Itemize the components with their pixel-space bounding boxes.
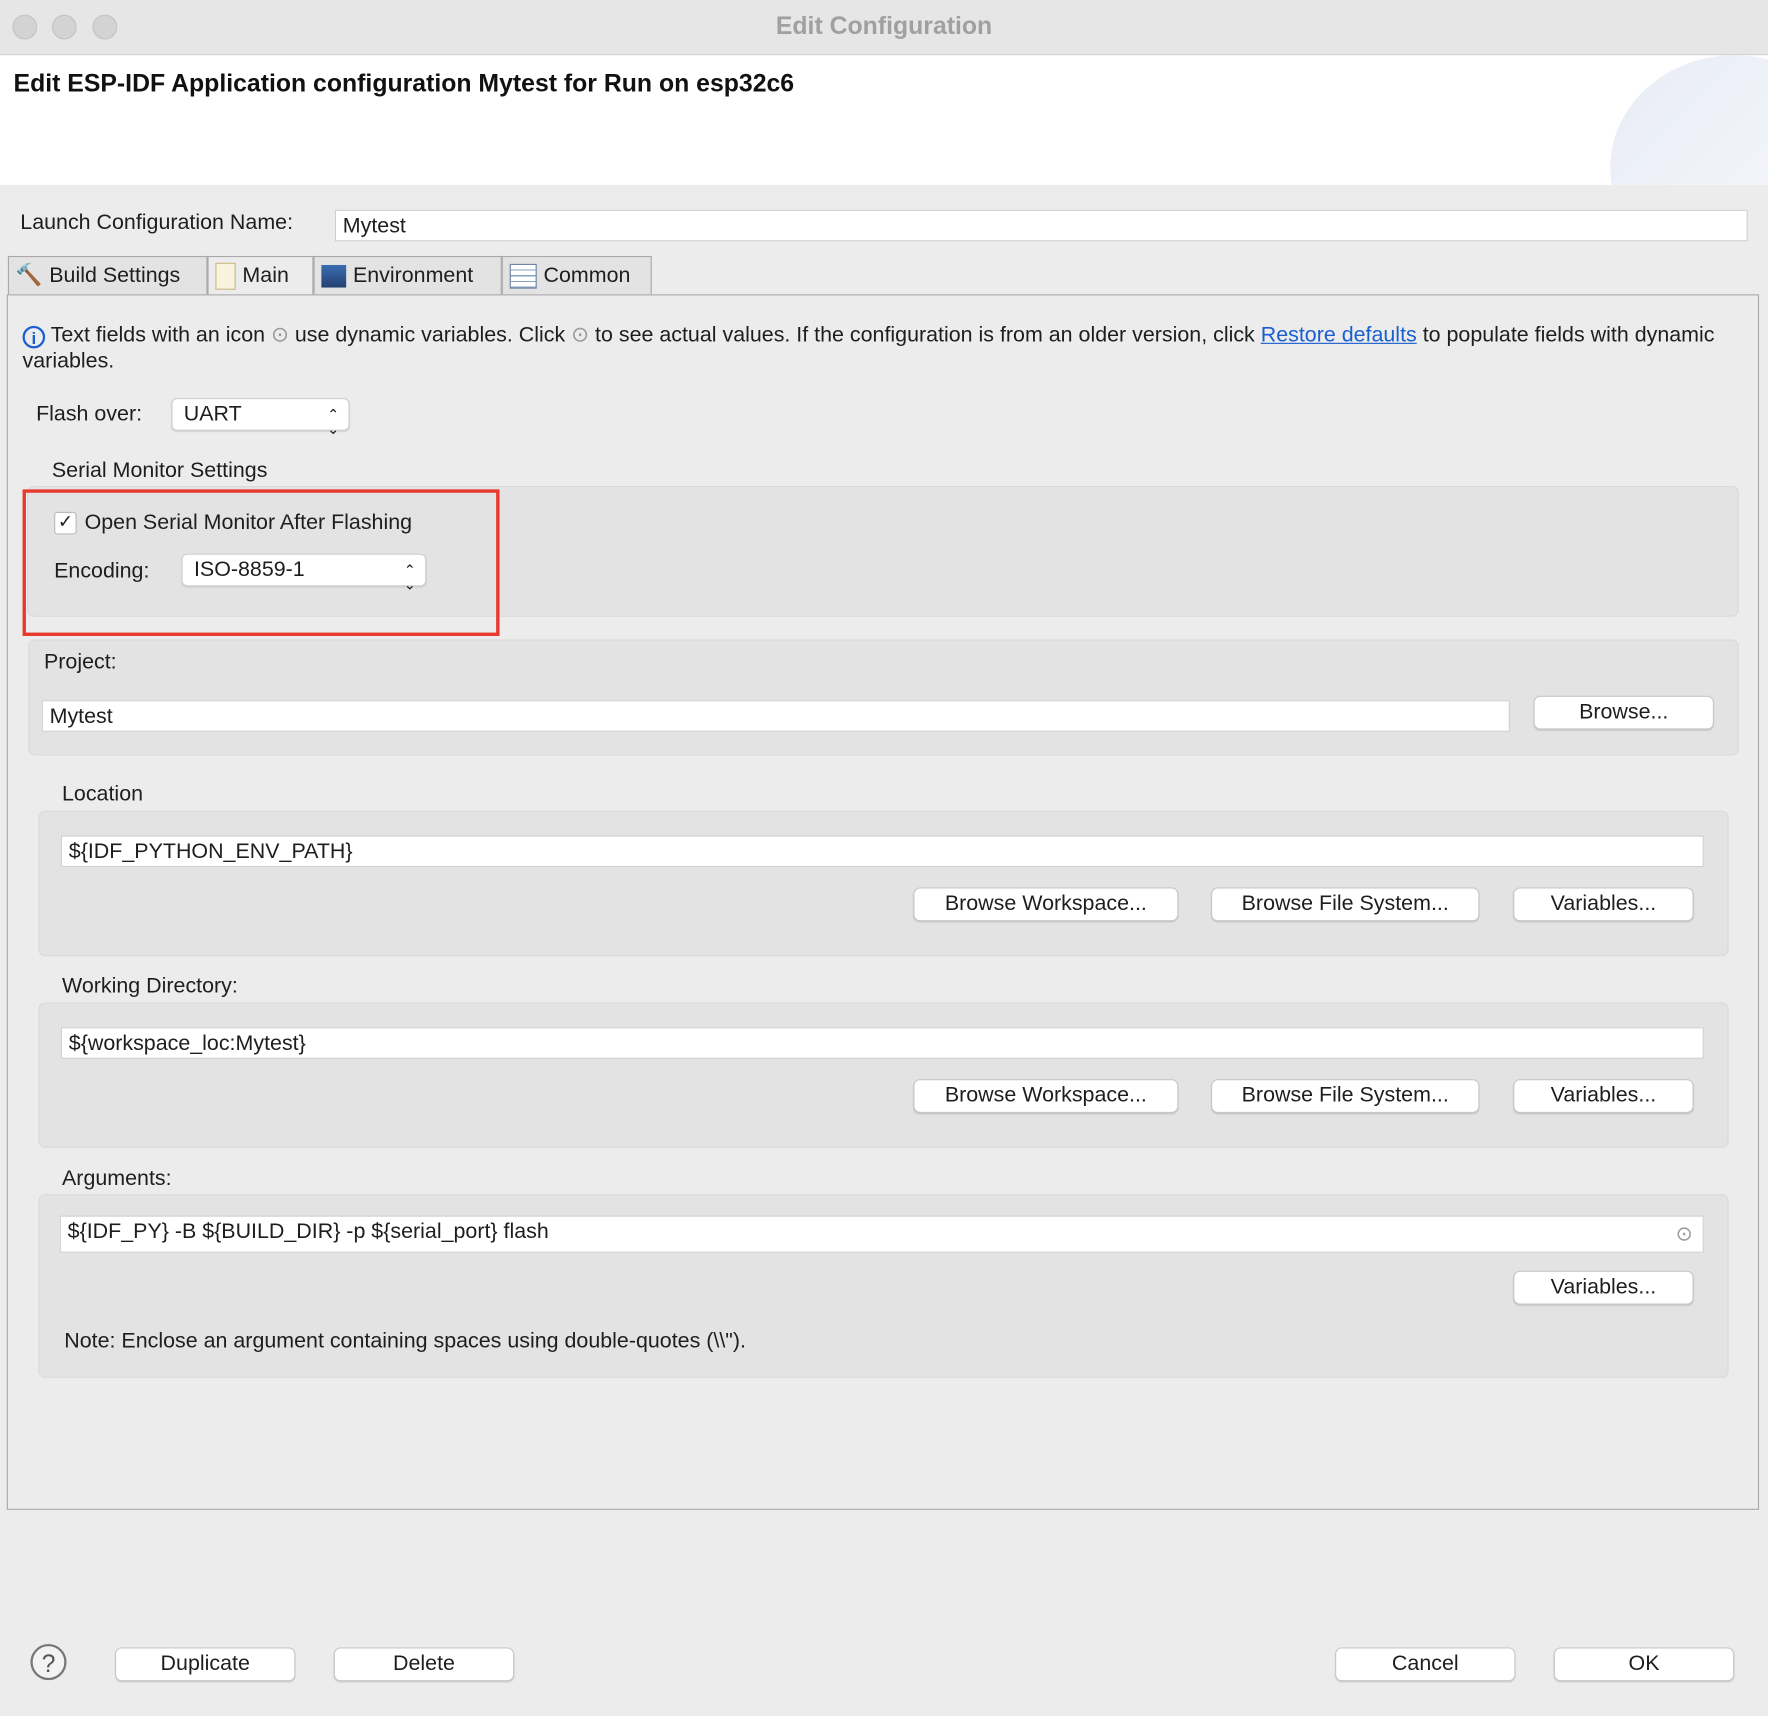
header-banner-graphic <box>1610 55 1768 185</box>
project-group <box>28 639 1739 756</box>
tab-environment[interactable]: Environment <box>313 255 502 295</box>
delete-button[interactable]: Delete <box>333 1647 515 1682</box>
eye-icon[interactable]: ⊙ <box>1676 1222 1693 1246</box>
info-icon: i <box>22 325 46 349</box>
window-title: Edit Configuration <box>775 11 993 40</box>
flash-over-select[interactable]: UART ⌃ ⌄ <box>171 398 350 436</box>
tab-label: Main <box>242 263 289 288</box>
project-label: Project: <box>43 650 117 675</box>
serial-monitor-title: Serial Monitor Settings <box>51 458 268 483</box>
encoding-label: Encoding: <box>54 559 150 583</box>
working-directory-label: Working Directory: <box>62 974 238 998</box>
workdir-browse-file-system-button[interactable]: Browse File System... <box>1211 1079 1480 1113</box>
arguments-input[interactable]: ${IDF_PY} -B ${BUILD_DIR} -p ${serial_po… <box>59 1215 1704 1253</box>
updown-chevron-icon: ⌃ ⌄ <box>403 561 417 594</box>
help-icon[interactable]: ? <box>30 1644 67 1681</box>
workdir-browse-workspace-button[interactable]: Browse Workspace... <box>913 1079 1179 1113</box>
arguments-note: Note: Enclose an argument containing spa… <box>64 1329 746 1354</box>
info-text: Text fields with an icon <box>50 323 266 348</box>
title-bar: Edit Configuration <box>0 0 1768 56</box>
tab-label: Common <box>543 263 631 288</box>
table-icon <box>509 263 537 289</box>
restore-defaults-link[interactable]: Restore defaults <box>1261 324 1417 348</box>
project-browse-button[interactable]: Browse... <box>1533 695 1714 730</box>
location-browse-file-system-button[interactable]: Browse File System... <box>1211 887 1480 922</box>
dialog-header: Edit ESP-IDF Application configuration M… <box>0 55 1768 185</box>
tab-build-settings[interactable]: 🔨 Build Settings <box>7 255 208 295</box>
project-input[interactable]: Mytest <box>41 700 1510 732</box>
tab-main[interactable]: Main <box>207 255 314 296</box>
arguments-label: Arguments: <box>62 1167 172 1191</box>
tab-label: Build Settings <box>49 263 181 288</box>
updown-chevron-icon: ⌃ ⌄ <box>327 405 340 438</box>
working-directory-group <box>38 1002 1729 1148</box>
config-name-input[interactable]: Mytest <box>334 209 1748 242</box>
edit-configuration-dialog: Edit Configuration Edit ESP-IDF Applicat… <box>0 0 1768 1716</box>
document-icon <box>215 262 236 290</box>
open-serial-monitor-checkbox[interactable]: ✓ <box>54 511 77 535</box>
location-browse-workspace-button[interactable]: Browse Workspace... <box>913 887 1179 922</box>
eye-icon: ⊙ <box>571 323 590 348</box>
encoding-select[interactable]: ISO-8859-1 ⌃ ⌄ <box>181 553 427 592</box>
workdir-variables-button[interactable]: Variables... <box>1513 1079 1694 1113</box>
flash-over-label: Flash over: <box>36 402 143 427</box>
open-serial-monitor-label: Open Serial Monitor After Flashing <box>84 510 413 535</box>
config-name-label: Launch Configuration Name: <box>20 210 294 235</box>
location-variables-button[interactable]: Variables... <box>1513 887 1694 922</box>
location-input[interactable]: ${IDF_PYTHON_ENV_PATH} <box>60 835 1704 868</box>
flash-over-value: UART <box>183 402 242 427</box>
encoding-value: ISO-8859-1 <box>193 558 305 582</box>
tab-label: Environment <box>352 263 474 288</box>
hammer-icon: 🔨 <box>15 263 43 288</box>
location-label: Location <box>62 782 144 807</box>
page-title: Edit ESP-IDF Application configuration M… <box>13 68 795 97</box>
arguments-variables-button[interactable]: Variables... <box>1513 1270 1694 1305</box>
info-text: to see actual values. If the configurati… <box>595 323 1255 348</box>
info-text: use dynamic variables. Click <box>294 323 566 348</box>
duplicate-button[interactable]: Duplicate <box>115 1647 296 1682</box>
ok-button[interactable]: OK <box>1553 1647 1735 1682</box>
environment-icon <box>321 264 347 288</box>
location-group <box>38 810 1729 957</box>
cancel-button[interactable]: Cancel <box>1335 1647 1516 1682</box>
info-message: i Text fields with an icon ⊙ use dynamic… <box>22 322 1748 374</box>
eye-icon: ⊙ <box>270 323 289 348</box>
working-directory-input[interactable]: ${workspace_loc:Mytest} <box>60 1027 1704 1059</box>
tab-common[interactable]: Common <box>501 255 652 295</box>
